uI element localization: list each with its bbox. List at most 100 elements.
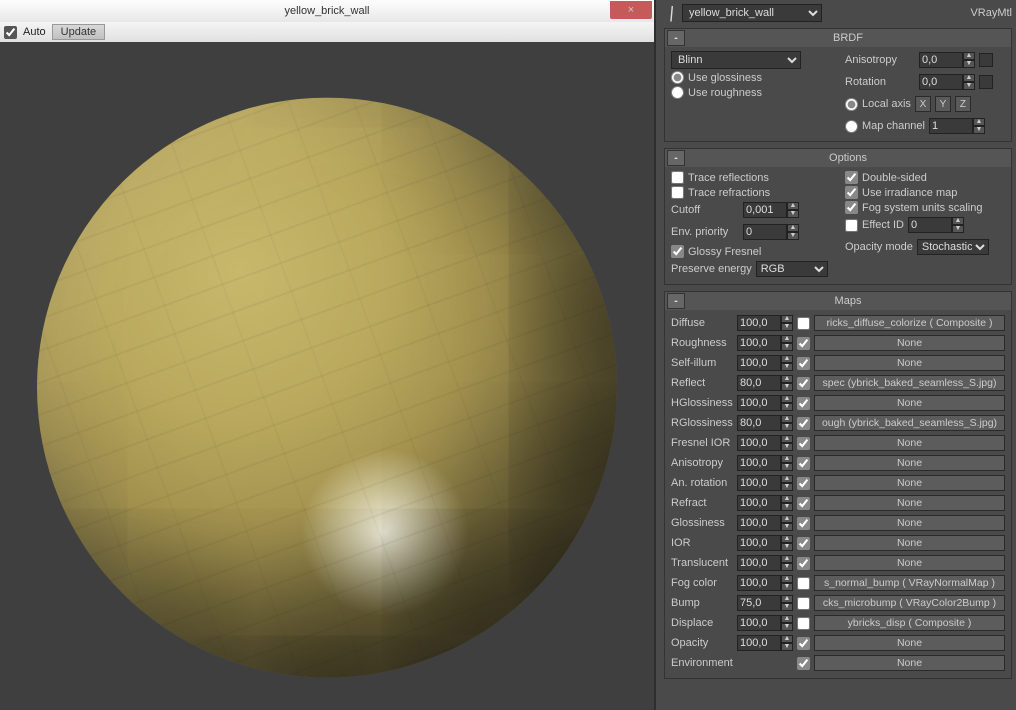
options-rollout: - Options Trace reflections Trace refrac… (664, 148, 1012, 285)
env-priority-label: Env. priority (671, 226, 739, 238)
auto-checkbox[interactable] (4, 26, 17, 39)
map-enable-checkbox[interactable] (797, 497, 810, 510)
env-priority-spinner[interactable]: ▲▼ (743, 224, 799, 240)
use-glossiness-radio[interactable]: Use glossiness (671, 71, 831, 84)
map-amount-spinner[interactable]: ▲▼ (737, 575, 793, 591)
options-header[interactable]: - Options (665, 149, 1011, 167)
map-slot-button[interactable]: ybricks_disp ( Composite ) (814, 615, 1005, 631)
map-amount-spinner[interactable]: ▲▼ (737, 395, 793, 411)
collapse-button[interactable]: - (667, 30, 685, 46)
map-amount-spinner[interactable]: ▲▼ (737, 635, 793, 651)
map-amount-spinner[interactable]: ▲▼ (737, 455, 793, 471)
map-slot-button[interactable]: cks_microbump ( VRayColor2Bump ) (814, 595, 1005, 611)
map-amount-spinner[interactable]: ▲▼ (737, 475, 793, 491)
preserve-energy-label: Preserve energy (671, 263, 752, 275)
map-amount-spinner[interactable]: ▲▼ (737, 435, 793, 451)
map-slot-button[interactable]: ough (ybrick_baked_seamless_S.jpg) (814, 415, 1005, 431)
anisotropy-mapslot[interactable] (979, 53, 993, 67)
map-slot-button[interactable]: None (814, 635, 1005, 651)
map-enable-checkbox[interactable] (797, 397, 810, 410)
brdf-header[interactable]: - BRDF (665, 29, 1011, 47)
map-slot-button[interactable]: None (814, 355, 1005, 371)
map-slot-button[interactable]: None (814, 455, 1005, 471)
update-button[interactable]: Update (52, 24, 105, 40)
map-row: Reflect▲▼spec (ybrick_baked_seamless_S.j… (671, 374, 1005, 392)
map-label: Diffuse (671, 317, 733, 329)
map-label: Fog color (671, 577, 733, 589)
map-slot-button[interactable]: None (814, 535, 1005, 551)
map-enable-checkbox[interactable] (797, 337, 810, 350)
map-enable-checkbox[interactable] (797, 577, 810, 590)
trace-reflections-checkbox[interactable]: Trace reflections (671, 171, 831, 184)
effect-id-checkbox[interactable]: Effect ID (845, 219, 904, 232)
map-enable-checkbox[interactable] (797, 477, 810, 490)
map-enable-checkbox[interactable] (797, 617, 810, 630)
collapse-button[interactable]: - (667, 293, 685, 309)
map-slot-button[interactable]: spec (ybrick_baked_seamless_S.jpg) (814, 375, 1005, 391)
opacity-mode-dropdown[interactable]: Stochastic (917, 239, 989, 255)
map-amount-spinner[interactable]: ▲▼ (737, 355, 793, 371)
preserve-energy-dropdown[interactable]: RGB (756, 261, 828, 277)
rotation-mapslot[interactable] (979, 75, 993, 89)
map-slot-button[interactable]: None (814, 555, 1005, 571)
brdf-model-dropdown[interactable]: Blinn (671, 51, 801, 69)
map-amount-spinner[interactable]: ▲▼ (737, 615, 793, 631)
map-amount-spinner[interactable]: ▲▼ (737, 315, 793, 331)
map-label: Translucent (671, 557, 733, 569)
map-enable-checkbox[interactable] (797, 557, 810, 570)
trace-refractions-checkbox[interactable]: Trace refractions (671, 186, 831, 199)
map-enable-checkbox[interactable] (797, 657, 810, 670)
material-name-dropdown[interactable]: yellow_brick_wall (682, 4, 822, 22)
glossy-fresnel-checkbox[interactable]: Glossy Fresnel (671, 245, 831, 258)
map-amount-spinner[interactable]: ▲▼ (737, 515, 793, 531)
map-enable-checkbox[interactable] (797, 457, 810, 470)
map-enable-checkbox[interactable] (797, 437, 810, 450)
map-enable-checkbox[interactable] (797, 517, 810, 530)
map-amount-spinner[interactable]: ▲▼ (737, 495, 793, 511)
map-slot-button[interactable]: None (814, 435, 1005, 451)
eyedropper-icon[interactable] (661, 3, 681, 23)
map-enable-checkbox[interactable] (797, 357, 810, 370)
map-slot-button[interactable]: None (814, 335, 1005, 351)
cutoff-spinner[interactable]: ▲▼ (743, 202, 799, 218)
map-label: HGlossiness (671, 397, 733, 409)
maps-header[interactable]: - Maps (665, 292, 1011, 310)
map-enable-checkbox[interactable] (797, 597, 810, 610)
map-channel-radio[interactable]: Map channel (845, 120, 925, 133)
map-slot-button[interactable]: None (814, 395, 1005, 411)
map-enable-checkbox[interactable] (797, 317, 810, 330)
axis-x-button[interactable]: X (915, 96, 931, 112)
map-amount-spinner[interactable]: ▲▼ (737, 375, 793, 391)
map-slot-button[interactable]: None (814, 515, 1005, 531)
map-amount-spinner[interactable]: ▲▼ (737, 415, 793, 431)
local-axis-radio[interactable]: Local axis (845, 98, 911, 111)
axis-y-button[interactable]: Y (935, 96, 951, 112)
map-slot-button[interactable]: ricks_diffuse_colorize ( Composite ) (814, 315, 1005, 331)
map-slot-button[interactable]: None (814, 475, 1005, 491)
fog-scaling-checkbox[interactable]: Fog system units scaling (845, 201, 1005, 214)
double-sided-checkbox[interactable]: Double-sided (845, 171, 1005, 184)
map-enable-checkbox[interactable] (797, 537, 810, 550)
use-roughness-radio[interactable]: Use roughness (671, 86, 831, 99)
material-preview-viewport[interactable] (0, 42, 654, 710)
map-amount-spinner[interactable]: ▲▼ (737, 335, 793, 351)
map-enable-checkbox[interactable] (797, 637, 810, 650)
app-root: yellow_brick_wall × Auto Update yellow_b… (0, 0, 1016, 710)
rotation-spinner[interactable]: ▲▼ (919, 74, 975, 90)
map-slot-button[interactable]: s_normal_bump ( VRayNormalMap ) (814, 575, 1005, 591)
axis-z-button[interactable]: Z (955, 96, 971, 112)
map-enable-checkbox[interactable] (797, 417, 810, 430)
map-label: Anisotropy (671, 457, 733, 469)
map-slot-button[interactable]: None (814, 655, 1005, 671)
map-channel-spinner[interactable]: ▲▼ (929, 118, 985, 134)
map-enable-checkbox[interactable] (797, 377, 810, 390)
use-irradiance-checkbox[interactable]: Use irradiance map (845, 186, 1005, 199)
map-slot-button[interactable]: None (814, 495, 1005, 511)
map-amount-spinner[interactable]: ▲▼ (737, 595, 793, 611)
collapse-button[interactable]: - (667, 150, 685, 166)
close-button[interactable]: × (610, 1, 652, 19)
map-amount-spinner[interactable]: ▲▼ (737, 555, 793, 571)
anisotropy-spinner[interactable]: ▲▼ (919, 52, 975, 68)
map-amount-spinner[interactable]: ▲▼ (737, 535, 793, 551)
effect-id-spinner[interactable]: ▲▼ (908, 217, 964, 233)
